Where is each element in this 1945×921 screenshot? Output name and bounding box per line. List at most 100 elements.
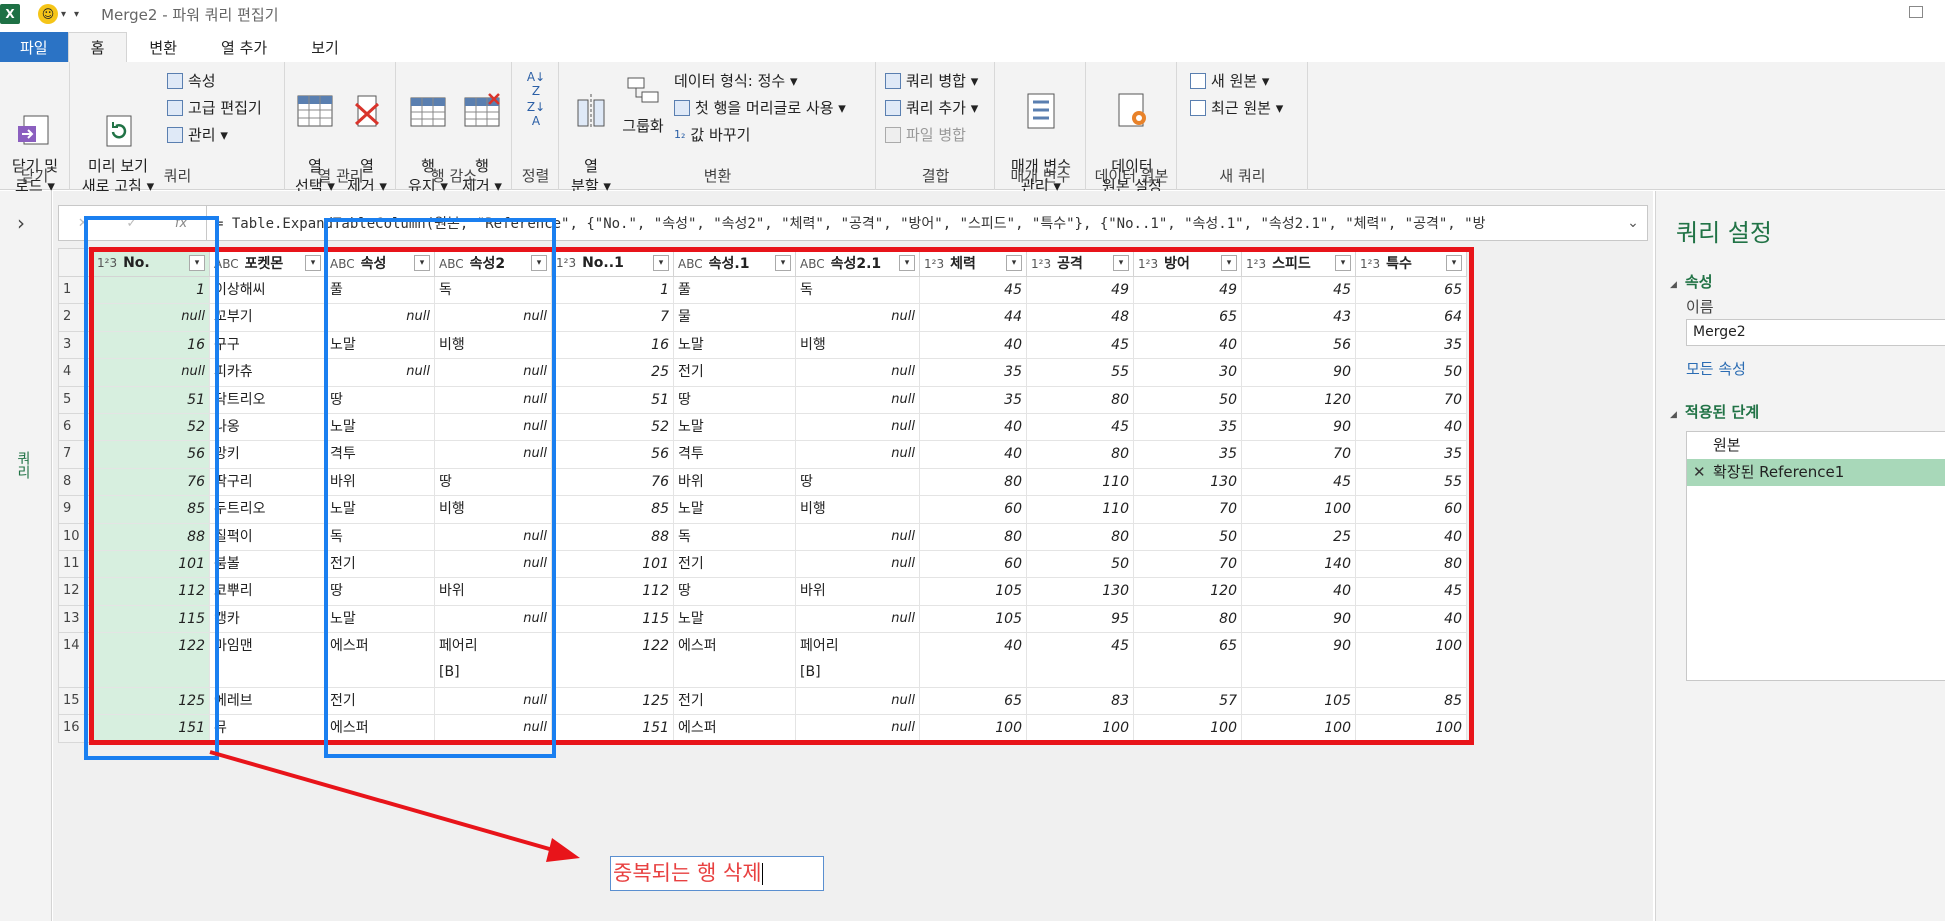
group-data-source: 데이터 원본 설정 데이터 원본: [1087, 62, 1177, 195]
tab-view[interactable]: 보기: [289, 32, 361, 62]
group-parameters-label: 매개 변수: [1010, 167, 1071, 185]
query-name-input[interactable]: Merge2: [1686, 319, 1945, 346]
group-by-label: 그룹화: [622, 117, 664, 135]
group-manage-columns: 열 선택 ▾ 열 제거 ▾ 열 관리: [286, 62, 396, 195]
group-data-source-label: 데이터 원본: [1094, 167, 1169, 185]
replace-values-icon: 1₂: [674, 128, 686, 141]
group-new-query: 새 원본 ▾ 최근 원본 ▾ 새 쿼리: [1178, 62, 1308, 190]
refresh-icon: [99, 92, 137, 147]
expand-queries-icon[interactable]: ›: [17, 211, 25, 235]
query-settings-pane: 쿼리 설정 ◢ 속성 이름 Merge2 모든 속성 ◢ 적용된 단계 원본 ✕ 확장…: [1655, 191, 1945, 921]
new-source-button[interactable]: 새 원본 ▾: [1190, 70, 1269, 91]
quick-access-dropdown-icon[interactable]: ▾: [61, 9, 66, 20]
step-source[interactable]: 원본: [1687, 432, 1945, 459]
replace-values-button[interactable]: 1₂ 값 바꾸기: [674, 124, 750, 145]
ribbon: 닫기 및 로드 ▾ 닫기 미리 보기 새로 고침 ▾ 속성 고급 편집기 관리 …: [0, 62, 1945, 195]
window-title: Merge2 - 파워 쿼리 편집기: [101, 5, 279, 24]
text-caret: [761, 863, 763, 885]
group-query: 미리 보기 새로 고침 ▾ 속성 고급 편집기 관리 ▾ 쿼리: [71, 62, 285, 195]
advanced-editor-button[interactable]: 고급 편집기: [167, 97, 262, 118]
merge-queries-button[interactable]: 쿼리 병합 ▾: [885, 70, 978, 91]
group-parameters: 매개 변수 관리 ▾ 매개 변수: [996, 62, 1086, 195]
properties-icon: [167, 72, 183, 89]
group-combine-label: 결합: [921, 167, 950, 185]
group-by-icon: [624, 72, 662, 110]
tab-file[interactable]: 파일: [0, 32, 68, 62]
properties-section[interactable]: ◢ 속성: [1670, 271, 1713, 292]
merge-queries-label: 쿼리 병합 ▾: [906, 72, 979, 90]
advanced-editor-label: 고급 편집기: [188, 99, 262, 117]
choose-columns-icon: [296, 92, 334, 130]
group-sort-label: 정렬: [521, 167, 550, 185]
data-type-label: 데이터 형식: 정수 ▾: [674, 72, 798, 90]
new-source-icon: [1190, 72, 1206, 89]
queries-pane-label[interactable]: 쿼리: [13, 451, 33, 479]
group-manage-columns-label: 열 관리: [317, 167, 364, 185]
customize-toolbar-icon[interactable]: ▾: [74, 9, 79, 20]
excel-logo-icon: X: [0, 4, 20, 24]
power-query-editor: X ☺ ▾ ▾ Merge2 - 파워 쿼리 편집기 파일 홈 변환 열 추가 …: [0, 0, 1945, 921]
data-source-settings-icon: [1113, 92, 1151, 130]
annotation-blue-box-no: [84, 216, 219, 760]
restore-window-icon[interactable]: [1909, 6, 1923, 18]
new-source-label: 새 원본 ▾: [1211, 72, 1270, 90]
collapse-triangle-icon: ◢: [1670, 410, 1677, 420]
annotation-textbox[interactable]: 중복되는 행 삭제: [610, 856, 824, 891]
recent-sources-label: 최근 원본 ▾: [1211, 99, 1284, 117]
combine-files-icon: [885, 126, 901, 143]
group-transform-label: 변환: [703, 167, 732, 185]
advanced-editor-icon: [167, 99, 183, 116]
split-column-icon: [572, 92, 610, 130]
group-reduce-rows-label: 행 감소: [430, 167, 478, 185]
collapse-triangle-icon: ◢: [1670, 280, 1677, 290]
remove-rows-icon: [463, 92, 501, 130]
tab-transform[interactable]: 변환: [127, 32, 199, 62]
delete-step-icon[interactable]: ✕: [1693, 459, 1706, 486]
parameters-icon: [1022, 92, 1060, 130]
group-reduce-rows: 행 유지 ▾ 행 제거 ▾ 행 감소: [397, 62, 512, 195]
step-label: 원본: [1713, 436, 1741, 454]
applied-steps-list: 원본 ✕ 확장된 Reference1: [1686, 431, 1945, 681]
first-row-header-button[interactable]: 첫 행을 머리글로 사용 ▾: [674, 97, 846, 118]
step-label: 확장된 Reference1: [1713, 463, 1845, 481]
expand-formula-icon[interactable]: ⌄: [1619, 215, 1647, 231]
group-close-label: 닫기: [20, 167, 49, 185]
tab-home[interactable]: 홈: [67, 32, 128, 62]
combine-files-button[interactable]: 파일 병합: [885, 124, 966, 145]
append-queries-label: 쿼리 추가 ▾: [906, 99, 979, 117]
replace-values-label: 값 바꾸기: [690, 126, 751, 144]
close-load-icon: [16, 92, 54, 145]
annotation-text: 중복되는 행 삭제: [613, 861, 762, 885]
manage-button[interactable]: 관리 ▾: [167, 124, 228, 145]
title-bar: X ☺ ▾ ▾ Merge2 - 파워 쿼리 편집기: [0, 0, 1945, 28]
header-row-icon: [674, 99, 690, 116]
applied-steps-section[interactable]: ◢ 적용된 단계: [1670, 401, 1759, 422]
merge-queries-icon: [885, 72, 901, 89]
name-label: 이름: [1686, 298, 1714, 316]
combine-files-label: 파일 병합: [906, 126, 966, 144]
data-type-dropdown[interactable]: 데이터 형식: 정수 ▾: [674, 70, 798, 91]
tab-add-column[interactable]: 열 추가: [199, 32, 289, 62]
sort-ascending-button[interactable]: A↓ Z: [521, 70, 551, 98]
append-queries-button[interactable]: 쿼리 추가 ▾: [885, 97, 978, 118]
manage-icon: [167, 126, 183, 143]
group-by-button[interactable]: 그룹화: [618, 72, 668, 136]
sort-descending-button[interactable]: Z↓ A: [521, 100, 551, 128]
group-transform: 열 분할 ▾ 그룹화 데이터 형식: 정수 ▾ 첫 행을 머리글로 사용 ▾ 1…: [560, 62, 876, 195]
group-sort: A↓ Z Z↓ A 정렬: [513, 62, 559, 190]
queries-pane: › 쿼리: [0, 191, 52, 921]
annotation-red-box: [89, 247, 1474, 745]
smiley-feedback-icon[interactable]: ☺: [38, 4, 58, 24]
applied-steps-label: 적용된 단계: [1684, 403, 1760, 421]
group-close: 닫기 및 로드 ▾ 닫기: [0, 62, 70, 195]
properties-button[interactable]: 속성: [167, 70, 216, 91]
all-properties-link[interactable]: 모든 속성: [1686, 358, 1746, 379]
annotation-blue-box-attributes: [324, 218, 556, 758]
query-settings-title: 쿼리 설정: [1676, 219, 1772, 247]
recent-sources-icon: [1190, 99, 1206, 116]
recent-sources-button[interactable]: 최근 원본 ▾: [1190, 97, 1283, 118]
properties-section-label: 속성: [1684, 273, 1713, 291]
keep-rows-icon: [409, 92, 447, 130]
properties-label: 속성: [188, 72, 216, 90]
step-expanded-reference1[interactable]: ✕ 확장된 Reference1: [1687, 459, 1945, 486]
